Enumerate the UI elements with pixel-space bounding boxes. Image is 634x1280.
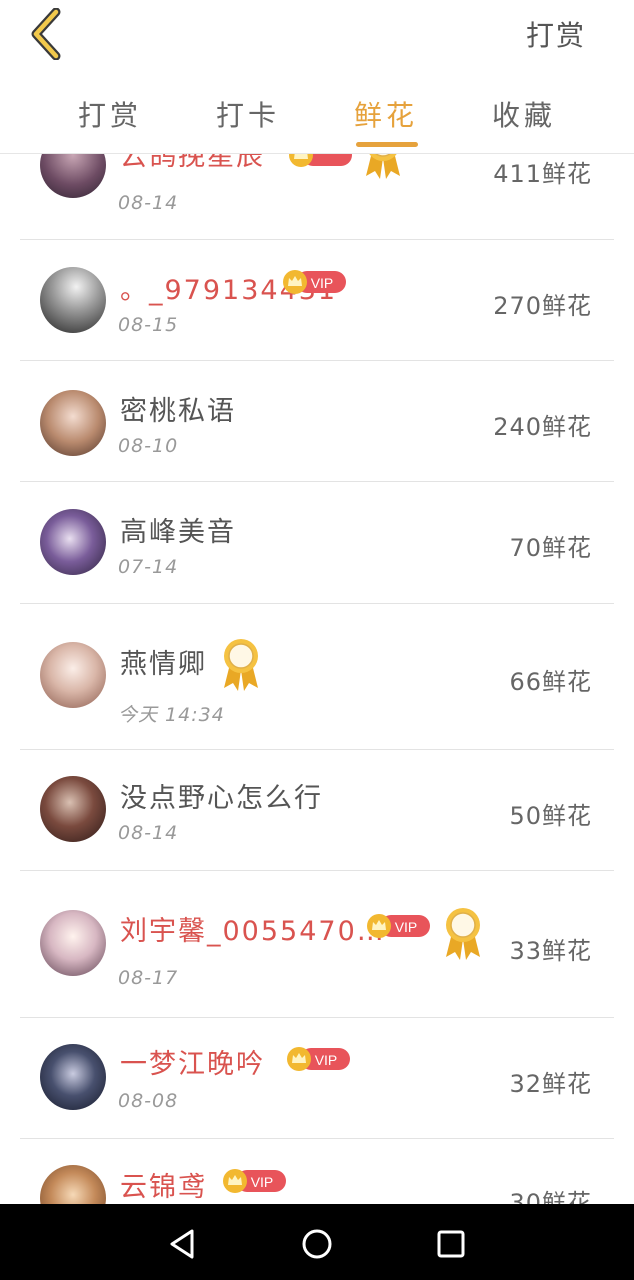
svg-text:VIP: VIP (395, 919, 418, 935)
list-item[interactable]: 。_979134431 VIP 08-15 270鲜花 (20, 240, 614, 361)
date-text: 08-08 (118, 1090, 179, 1112)
nav-recents-button[interactable] (431, 1224, 471, 1264)
tab-checkin[interactable]: 打卡 (216, 94, 280, 158)
medal-icon (446, 908, 480, 960)
avatar[interactable] (40, 267, 106, 333)
user-name[interactable]: 没点野心怎么行 (120, 776, 323, 815)
list-item[interactable]: 刘宇馨_0055470… VIP 08-17 33鲜花 (20, 871, 614, 1018)
vip-badge-icon: VIP (223, 1169, 286, 1193)
vip-badge-icon: VIP (367, 914, 430, 938)
date-text: 08-15 (118, 314, 179, 336)
tab-flowers[interactable]: 鲜花 (354, 94, 418, 158)
flower-amount: 32鲜花 (509, 1070, 592, 1098)
list-item[interactable]: 云锦鸢 VIP 30鲜花 (20, 1139, 614, 1204)
flower-amount: 33鲜花 (509, 937, 592, 965)
list-item[interactable]: 高峰美音 07-14 70鲜花 (20, 482, 614, 604)
date-text: 07-14 (118, 556, 179, 578)
flower-amount: 411鲜花 (493, 160, 592, 188)
avatar[interactable] (40, 390, 106, 456)
nav-back-button[interactable] (162, 1224, 202, 1264)
vip-badge-icon: VIP (287, 1047, 350, 1071)
system-nav-bar (0, 1204, 634, 1280)
user-name[interactable]: 刘宇馨_0055470… (120, 909, 386, 948)
chevron-left-icon (31, 8, 61, 60)
avatar[interactable] (40, 509, 106, 575)
list-item[interactable]: 密桃私语 08-10 240鲜花 (20, 361, 614, 482)
flower-amount: 240鲜花 (493, 413, 592, 441)
vip-badge-icon: VIP (283, 270, 346, 294)
user-name[interactable]: 一梦江晚吟 (120, 1042, 265, 1081)
list-item[interactable]: 没点野心怎么行 08-14 50鲜花 (20, 750, 614, 871)
triangle-back-icon (170, 1229, 194, 1259)
user-name[interactable]: 云锦鸢 (120, 1165, 207, 1204)
flower-amount: 50鲜花 (509, 802, 592, 830)
svg-text:VIP: VIP (315, 1052, 338, 1068)
tab-bar: 打赏 打卡 鲜花 收藏 (0, 90, 634, 154)
flower-amount: 30鲜花 (509, 1189, 592, 1204)
list-item[interactable]: 一梦江晚吟 VIP 08-08 32鲜花 (20, 1018, 614, 1139)
back-button[interactable] (22, 8, 70, 60)
date-text: 08-17 (118, 967, 179, 989)
tab-favorites[interactable]: 收藏 (492, 94, 556, 158)
flower-list[interactable]: 云鸽挽星辰 08-14 411鲜花 。_979134431 VIP 08-15 … (0, 0, 634, 1204)
user-name[interactable]: 密桃私语 (120, 389, 236, 428)
date-text: 08-10 (118, 435, 179, 457)
flower-amount: 70鲜花 (509, 534, 592, 562)
list-item[interactable]: 燕情卿 今天 14:34 66鲜花 (20, 604, 614, 750)
flower-amount: 270鲜花 (493, 292, 592, 320)
user-name[interactable]: 高峰美音 (120, 510, 236, 549)
nav-home-button[interactable] (297, 1224, 337, 1264)
date-text: 今天 14:34 (118, 704, 225, 726)
avatar[interactable] (40, 776, 106, 842)
reward-button[interactable]: 打赏 (526, 14, 586, 54)
flower-amount: 66鲜花 (509, 668, 592, 696)
avatar[interactable] (40, 642, 106, 708)
avatar[interactable] (40, 1165, 106, 1204)
user-name[interactable]: 燕情卿 (120, 642, 207, 681)
date-text: 08-14 (118, 192, 179, 214)
svg-text:VIP: VIP (311, 275, 334, 291)
avatar[interactable] (40, 1044, 106, 1110)
svg-text:VIP: VIP (251, 1174, 274, 1190)
avatar[interactable] (40, 910, 106, 976)
medal-icon (224, 639, 258, 691)
circle-home-icon (302, 1229, 332, 1259)
tab-reward[interactable]: 打赏 (78, 94, 142, 158)
square-recents-icon (437, 1230, 465, 1258)
top-header: 打赏 打赏 打卡 鲜花 收藏 (0, 0, 634, 154)
active-tab-indicator (356, 142, 418, 147)
date-text: 08-14 (118, 822, 179, 844)
